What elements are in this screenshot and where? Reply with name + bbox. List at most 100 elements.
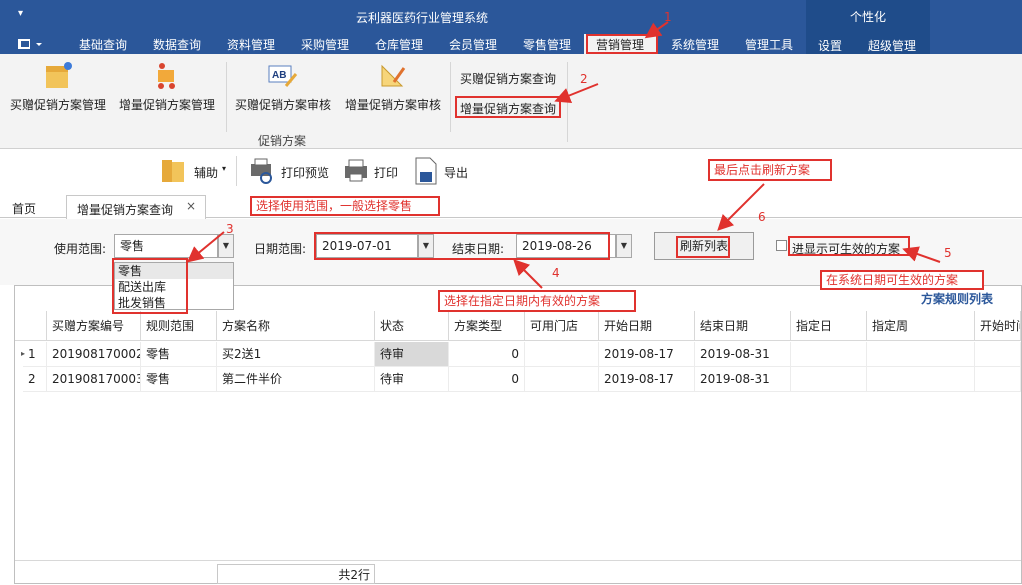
table-cell[interactable] xyxy=(791,367,867,392)
increment-promo-manage-button[interactable]: 增量促销方案管理 xyxy=(119,96,215,113)
table-cell[interactable]: 零售 xyxy=(141,342,217,367)
ribbon-group-label: 促销方案 xyxy=(258,134,307,148)
footer-divider xyxy=(15,560,1021,561)
books-icon xyxy=(162,160,184,182)
scheme-grid: 方案规则列表 买赠方案编号 规则范围 方案名称 状态 方案类型 可用门店 开始日… xyxy=(14,285,1022,584)
chevron-down-icon: ▾ xyxy=(222,164,227,173)
table-cell[interactable] xyxy=(867,367,975,392)
column-header[interactable]: 结束日期 xyxy=(695,311,791,341)
close-icon[interactable]: × xyxy=(186,199,196,213)
annotation-refresh-note: 最后点击刷新方案 xyxy=(708,159,832,181)
print-preview-button[interactable]: 打印预览 xyxy=(248,156,332,186)
scope-select[interactable]: 零售 xyxy=(114,234,218,258)
menu-grid-icon[interactable] xyxy=(17,37,45,51)
chevron-down-icon[interactable]: ▼ xyxy=(616,234,632,258)
annotation-date-note: 选择在指定日期内有效的方案 xyxy=(438,290,636,312)
highlight-scope-options xyxy=(112,258,188,314)
ruler-review-icon xyxy=(378,60,408,90)
annotation-step-3: 3 xyxy=(226,222,234,236)
menu-tab-tools[interactable]: 管理工具 xyxy=(736,34,802,54)
ab-review-icon: AB xyxy=(268,60,298,90)
menu-tab-basic-query[interactable]: 基础查询 xyxy=(70,34,136,54)
column-header[interactable]: 方案名称 xyxy=(217,311,375,341)
column-header[interactable]: 状态 xyxy=(375,311,449,341)
menu-tab-warehouse[interactable]: 仓库管理 xyxy=(366,34,432,54)
scope-label: 使用范围: xyxy=(54,242,107,256)
gift-promo-icon xyxy=(44,60,74,90)
highlight-query-button xyxy=(455,96,561,118)
annotation-step-1: 1 xyxy=(664,10,672,24)
table-cell[interactable]: 待审 xyxy=(375,342,449,367)
highlight-marketing-tab xyxy=(586,34,658,54)
tab-increment-query[interactable]: 增量促销方案查询 × xyxy=(66,195,206,219)
column-header[interactable]: 指定周 xyxy=(867,311,975,341)
grid-title: 方案规则列表 xyxy=(921,292,994,306)
menu-tab-purchase[interactable]: 采购管理 xyxy=(292,34,358,54)
menu-tab-super-admin[interactable]: 超级管理 xyxy=(868,37,916,54)
annotation-step-5: 5 xyxy=(944,246,952,260)
table-cell[interactable] xyxy=(525,367,599,392)
column-header[interactable]: 开始时间 xyxy=(975,311,1021,341)
table-cell[interactable]: 第二件半价 xyxy=(217,367,375,392)
table-cell[interactable]: 待审 xyxy=(375,367,449,392)
chevron-down-icon[interactable]: ▼ xyxy=(218,234,234,258)
column-header[interactable]: 开始日期 xyxy=(599,311,695,341)
table-cell[interactable]: 201908170003 xyxy=(47,367,141,392)
column-header[interactable]: 规则范围 xyxy=(141,311,217,341)
table-cell[interactable]: 2019-08-17 xyxy=(599,342,695,367)
table-cell[interactable]: 2019-08-31 xyxy=(695,342,791,367)
annotation-step-4: 4 xyxy=(552,266,560,280)
table-cell[interactable] xyxy=(975,367,1021,392)
table-cell[interactable]: 0 xyxy=(449,367,525,392)
printer-icon xyxy=(345,159,367,182)
table-cell[interactable]: 2019-08-31 xyxy=(695,367,791,392)
gift-promo-query-button[interactable]: 买赠促销方案查询 xyxy=(460,70,556,87)
app-title: 云利器医药行业管理系统 xyxy=(356,11,489,25)
row-header-corner xyxy=(15,311,47,341)
table-cell[interactable]: 2019-08-17 xyxy=(599,367,695,392)
table-cell[interactable]: 201908170002 xyxy=(47,342,141,367)
menu-tab-retail[interactable]: 零售管理 xyxy=(514,34,580,54)
print-button[interactable]: 打印 xyxy=(342,156,402,186)
gift-promo-manage-button[interactable]: 买赠促销方案管理 xyxy=(10,96,106,113)
ribbon-divider xyxy=(567,62,568,142)
personalize-label: 个性化 xyxy=(850,10,887,24)
table-cell[interactable]: 买2送1 xyxy=(217,342,375,367)
menu-tab-settings[interactable]: 设置 xyxy=(818,37,842,54)
tab-home[interactable]: 首页 xyxy=(12,200,36,217)
document-tabs: 首页 增量促销方案查询 × xyxy=(0,194,1022,219)
table-cell[interactable] xyxy=(975,342,1021,367)
table-cell[interactable] xyxy=(525,342,599,367)
assist-button[interactable]: 辅助 ▾ xyxy=(160,156,236,186)
gift-promo-review-button[interactable]: 买赠促销方案审核 xyxy=(235,96,331,113)
annotation-step-2: 2 xyxy=(580,72,588,86)
row-number: 2 xyxy=(23,367,47,392)
increment-promo-review-button[interactable]: 增量促销方案审核 xyxy=(345,96,441,113)
print-preview-icon xyxy=(251,158,272,184)
table-cell[interactable]: 0 xyxy=(449,342,525,367)
menu-tab-data-query[interactable]: 数据查询 xyxy=(144,34,210,54)
menu-tab-data-manage[interactable]: 资料管理 xyxy=(218,34,284,54)
annotation-scope-note: 选择使用范围，一般选择零售 xyxy=(250,196,440,216)
column-header[interactable]: 买赠方案编号 xyxy=(47,311,141,341)
export-disk-icon xyxy=(415,157,437,185)
table-cell[interactable]: 零售 xyxy=(141,367,217,392)
ribbon-divider xyxy=(450,62,451,132)
only-valid-checkbox[interactable] xyxy=(776,240,787,251)
table-cell[interactable] xyxy=(867,342,975,367)
highlight-date-range xyxy=(314,232,610,260)
menu-tab-member[interactable]: 会员管理 xyxy=(440,34,506,54)
menu-tab-system[interactable]: 系统管理 xyxy=(662,34,728,54)
ribbon-divider xyxy=(226,62,227,132)
column-header[interactable]: 可用门店 xyxy=(525,311,599,341)
svg-text:AB: AB xyxy=(272,70,286,81)
highlight-refresh xyxy=(676,236,730,258)
export-button[interactable]: 导出 xyxy=(412,156,472,186)
personalize-group: 个性化 设置 超级管理 xyxy=(806,0,930,54)
table-cell[interactable] xyxy=(791,342,867,367)
toolbar-divider xyxy=(236,156,237,186)
annotation-step-6: 6 xyxy=(758,210,766,224)
quick-access-icon[interactable]: ▾ xyxy=(18,8,23,19)
column-header[interactable]: 方案类型 xyxy=(449,311,525,341)
column-header[interactable]: 指定日 xyxy=(791,311,867,341)
